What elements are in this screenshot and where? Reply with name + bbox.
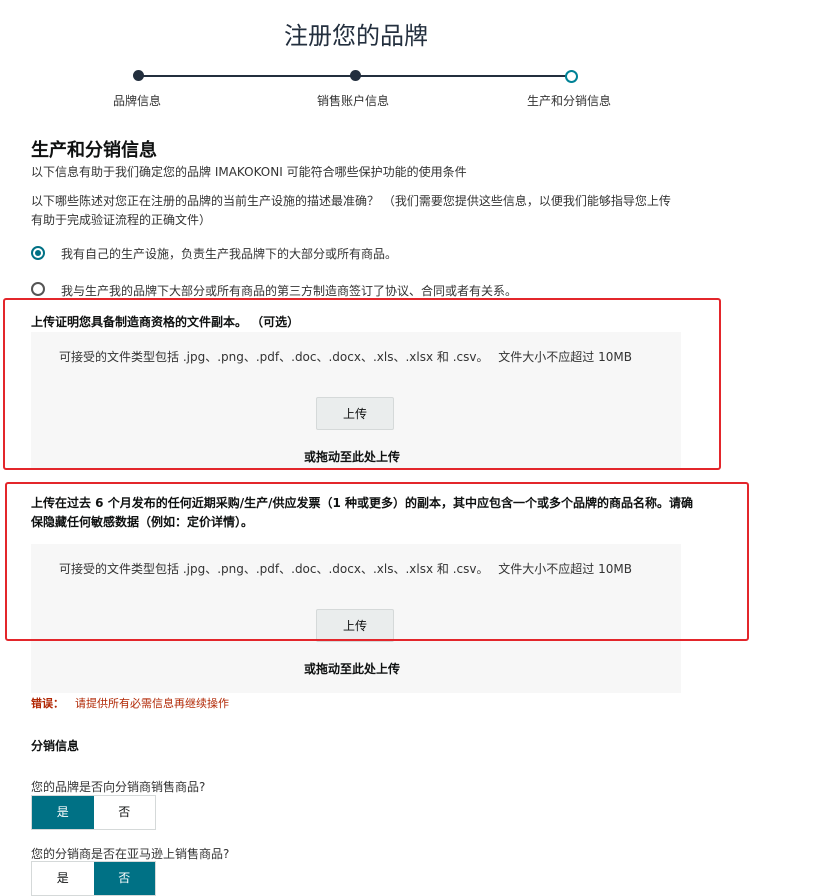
error-message: 请提供所有必需信息再继续操作 [75,697,229,710]
distribution-q2: 您的分销商是否在亚马逊上销售商品? [31,847,230,861]
error-label: 错误： [31,697,64,710]
step-dot-3 [565,70,578,83]
option-own-facility-radio[interactable] [31,246,45,260]
step-label-brand: 品牌信息 [113,94,162,108]
option-third-party-label[interactable]: 我与生产我的品牌下大部分或所有商品的第三方制造商签订了协议、合同或者有关系。 [61,282,517,299]
distribution-q1-toggle[interactable]: 是 否 [31,795,156,830]
step-dot-2 [350,70,361,81]
section-title: 生产和分销信息 [31,140,157,161]
section-question: 以下哪些陈述对您正在注册的品牌的当前生产设施的描述最准确？ （我们需要您提供这些… [31,194,671,227]
highlight-frame-1 [3,298,721,470]
option-third-party-radio[interactable] [31,282,45,296]
option-own-facility-label[interactable]: 我有自己的生产设施，负责生产我品牌下的大部分或所有商品。 [61,245,397,262]
step-label-account: 销售账户信息 [317,94,390,108]
page-title: 注册您的品牌 [284,22,428,50]
q1-no-button[interactable]: 否 [93,796,155,829]
distribution-title: 分销信息 [31,739,80,753]
distribution-q1: 您的品牌是否向分销商销售商品? [31,780,206,794]
step-dot-1 [133,70,144,81]
section-subtitle: 以下信息有助于我们确定您的品牌 IMAKOKONI 可能符合哪些保护功能的使用条… [31,165,467,179]
upload2-drop-text: 或拖动至此处上传 [304,662,401,676]
q2-no-button[interactable]: 否 [93,862,155,895]
q1-yes-button[interactable]: 是 [32,796,94,829]
highlight-frame-2 [5,482,749,641]
step-label-production: 生产和分销信息 [527,94,612,108]
q2-yes-button[interactable]: 是 [32,862,94,895]
